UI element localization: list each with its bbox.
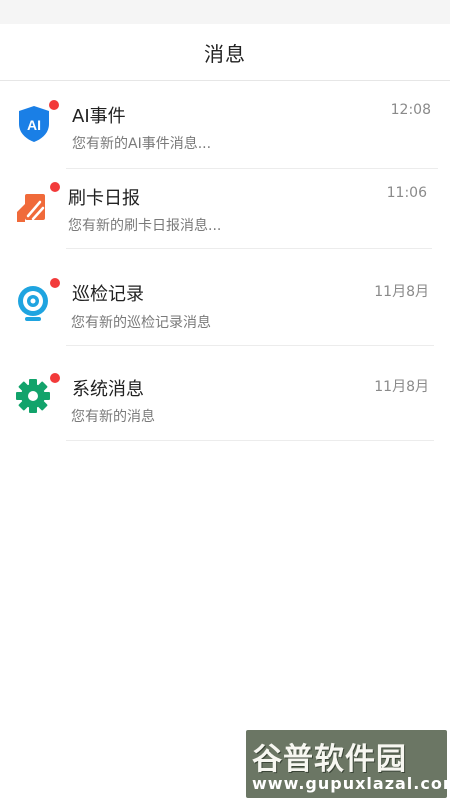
message-time: 12:08 <box>390 102 431 118</box>
message-title: 系统消息 <box>72 379 144 400</box>
message-time: 11:06 <box>386 185 427 201</box>
message-title: 刷卡日报 <box>68 188 140 209</box>
patrol-camera-icon <box>11 280 55 324</box>
divider <box>66 248 432 249</box>
message-page: 消息 AI AI事件 您有新的AI事件消息... 12:08 刷卡日报 您有新的… <box>0 0 450 800</box>
divider <box>66 345 434 346</box>
message-time: 11月8月 <box>374 379 429 395</box>
gear-icon <box>11 375 55 419</box>
ai-shield-icon: AI <box>12 102 56 146</box>
page-title: 消息 <box>204 41 246 66</box>
unread-dot <box>50 278 60 288</box>
message-item-patrol-record[interactable]: 巡检记录 您有新的巡检记录消息 11月8月 <box>0 268 450 362</box>
message-title: 巡检记录 <box>72 284 144 305</box>
divider <box>66 440 434 441</box>
watermark-url: www.gupuxlazal.com <box>252 774 450 793</box>
message-item-card-report[interactable]: 刷卡日报 您有新的刷卡日报消息... 11:06 <box>0 170 450 264</box>
message-time: 11月8月 <box>374 284 429 300</box>
watermark-logo: 谷普软件园 <box>252 742 407 777</box>
card-report-icon <box>12 186 56 230</box>
divider <box>66 168 438 169</box>
message-preview: 您有新的刷卡日报消息... <box>68 218 222 234</box>
watermark: 谷普软件园 www.gupuxlazal.com <box>246 730 450 798</box>
message-item-system[interactable]: 系统消息 您有新的消息 11月8月 <box>0 363 450 457</box>
message-preview: 您有新的巡检记录消息 <box>71 315 211 331</box>
status-bar <box>0 0 450 24</box>
svg-text:AI: AI <box>27 117 41 133</box>
message-preview: 您有新的消息 <box>71 409 155 425</box>
message-preview: 您有新的AI事件消息... <box>72 136 212 152</box>
nav-bar: 消息 <box>0 24 450 81</box>
unread-dot <box>50 182 60 192</box>
message-title: AI事件 <box>72 106 126 127</box>
unread-dot <box>49 100 59 110</box>
message-item-ai-event[interactable]: AI AI事件 您有新的AI事件消息... 12:08 <box>0 88 450 182</box>
unread-dot <box>50 373 60 383</box>
